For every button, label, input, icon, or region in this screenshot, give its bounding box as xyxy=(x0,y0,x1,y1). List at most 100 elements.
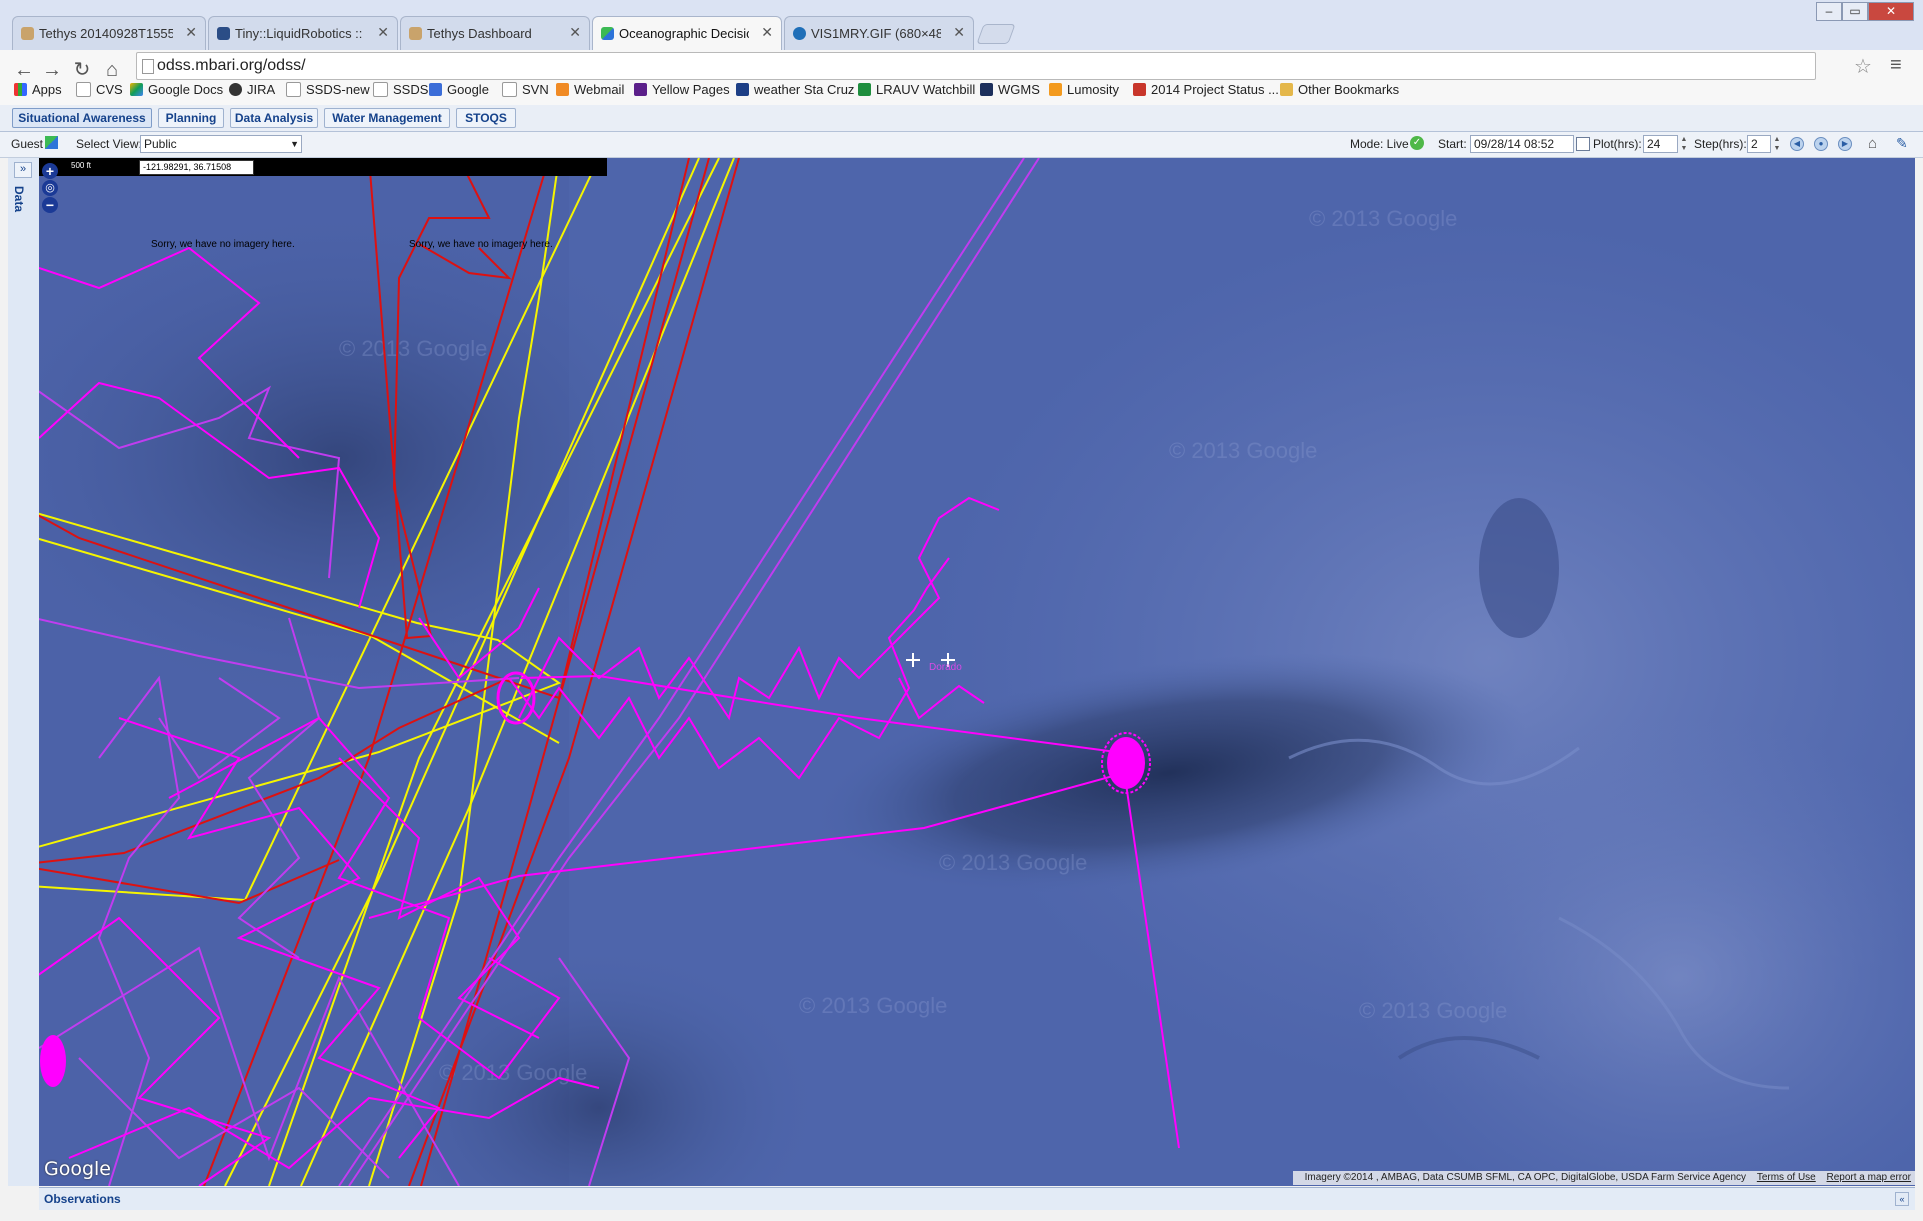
map-attribution: Imagery ©2014 , AMBAG, Data CSUMB SFML, … xyxy=(1292,1171,1915,1185)
tethys-icon xyxy=(409,27,422,40)
bookmark-weather[interactable]: weather Sta Cruz xyxy=(736,82,854,97)
minimize-icon[interactable]: – xyxy=(1816,2,1842,21)
plot-hours-label: Plot(hrs): xyxy=(1593,137,1642,151)
zoom-in-icon[interactable]: + xyxy=(42,163,58,179)
bookmark-label: SSDS xyxy=(393,82,429,97)
browser-tab[interactable]: VIS1MRY.GIF (680×480) ✕ xyxy=(784,16,974,50)
reload-icon[interactable]: ↻ xyxy=(70,58,94,82)
home-icon[interactable]: ⌂ xyxy=(100,58,124,82)
tab-water-management[interactable]: Water Management xyxy=(324,108,450,128)
tab-planning[interactable]: Planning xyxy=(158,108,224,128)
bookmark-google[interactable]: Google xyxy=(429,82,489,97)
back-icon[interactable]: ← xyxy=(12,58,36,82)
bookmark-other[interactable]: Other Bookmarks xyxy=(1280,82,1399,97)
bookmark-webmail[interactable]: Webmail xyxy=(556,82,624,97)
url-text: odss.mbari.org/odss/ xyxy=(157,57,306,74)
step-hours-label: Step(hrs): xyxy=(1694,137,1747,151)
select-view-dropdown[interactable]: Public ▼ xyxy=(140,135,302,153)
jira-icon xyxy=(229,83,242,96)
browser-tabstrip: Tethys 20140928T155542 ✕ Tiny::LiquidRob… xyxy=(0,0,1923,51)
bookmark-label: Webmail xyxy=(574,82,625,97)
tab-label: VIS1MRY.GIF (680×480) xyxy=(811,26,941,41)
step-hours-input[interactable]: 2 xyxy=(1747,135,1771,153)
plot-hours-stepper[interactable]: ▲ ▼ xyxy=(1678,135,1690,153)
bookmark-label: SSDS-new xyxy=(306,82,370,97)
no-imagery-message: Sorry, we have no imagery here. xyxy=(409,239,553,250)
tab-situational-awareness[interactable]: Situational Awareness xyxy=(12,108,152,128)
address-bar[interactable]: odss.mbari.org/odss/ xyxy=(136,52,1816,80)
bookmark-label: SVN xyxy=(522,82,549,97)
watermark-text: © 2013 Google xyxy=(1169,438,1317,463)
data-side-panel[interactable]: » Data xyxy=(8,158,40,1186)
chevron-down-icon: ▼ xyxy=(290,139,299,149)
pin-icon[interactable]: ✎ xyxy=(1896,135,1908,152)
watermark-text: © 2013 Google xyxy=(339,336,487,361)
tab-stoqs[interactable]: STOQS xyxy=(456,108,516,128)
bookmark-project-status[interactable]: 2014 Project Status ... xyxy=(1133,82,1279,97)
new-tab-button[interactable] xyxy=(976,24,1016,44)
browser-tab[interactable]: Tethys 20140928T155542 ✕ xyxy=(12,16,206,50)
bookmark-label: CVS xyxy=(96,82,123,97)
bookmark-jira[interactable]: JIRA xyxy=(229,82,275,97)
step-back-icon[interactable]: ◀ xyxy=(1790,137,1804,151)
plot-hours-input[interactable]: 24 xyxy=(1643,135,1678,153)
browser-tab[interactable]: Tiny::LiquidRobotics :: MB ✕ xyxy=(208,16,398,50)
forward-icon[interactable]: → xyxy=(40,58,64,82)
report-map-error-link[interactable]: Report a map error xyxy=(1827,1172,1911,1183)
bookmark-label: JIRA xyxy=(247,82,276,97)
vehicle-position-marker[interactable] xyxy=(1107,737,1145,789)
star-icon[interactable]: ☆ xyxy=(1854,54,1872,79)
calendar-icon[interactable] xyxy=(1576,137,1590,151)
bookmark-label: Apps xyxy=(32,82,62,97)
zoom-out-icon[interactable]: − xyxy=(42,197,58,213)
select-view-value: Public xyxy=(144,137,177,151)
watermark-text: © 2013 Google xyxy=(1309,206,1457,231)
bookmark-cvs[interactable]: CVS xyxy=(76,82,123,97)
observations-panel[interactable]: Observations « xyxy=(39,1187,1915,1210)
yahoo-icon xyxy=(634,83,647,96)
maximize-icon[interactable]: ▭ xyxy=(1842,2,1868,21)
bookmark-yellow-pages[interactable]: Yellow Pages xyxy=(634,82,730,97)
bookmark-google-docs[interactable]: Google Docs xyxy=(130,82,223,97)
step-forward-icon[interactable]: ▶ xyxy=(1838,137,1852,151)
bookmark-wgms[interactable]: WGMS xyxy=(980,82,1040,97)
browser-tab-active[interactable]: Oceanographic Decision S ✕ xyxy=(592,16,782,50)
close-tab-icon[interactable]: ✕ xyxy=(761,24,773,41)
close-tab-icon[interactable]: ✕ xyxy=(377,24,389,41)
bookmark-label: WGMS xyxy=(998,82,1040,97)
expand-panel-icon[interactable]: « xyxy=(1895,1192,1909,1206)
map-view[interactable]: © 2013 Google © 2013 Google © 2013 Googl… xyxy=(39,158,1915,1186)
bookmark-lumosity[interactable]: Lumosity xyxy=(1049,82,1119,97)
close-window-icon[interactable]: ✕ xyxy=(1868,2,1914,21)
close-tab-icon[interactable]: ✕ xyxy=(569,24,581,41)
user-settings-icon[interactable] xyxy=(45,136,58,149)
map-canvas[interactable]: © 2013 Google © 2013 Google © 2013 Googl… xyxy=(39,158,1915,1186)
select-view-label: Select View: xyxy=(76,137,142,151)
tab-data-analysis[interactable]: Data Analysis xyxy=(230,108,318,128)
bookmark-ssds-new[interactable]: SSDS-new xyxy=(286,82,370,97)
bookmark-lrauv-watchbill[interactable]: LRAUV Watchbill xyxy=(858,82,975,97)
bookmark-label: Other Bookmarks xyxy=(1298,82,1400,97)
bookmark-ssds[interactable]: SSDS xyxy=(373,82,428,97)
vehicle-label: Dorado xyxy=(929,662,962,673)
vehicle-position-marker[interactable] xyxy=(40,1035,66,1087)
terms-of-use-link[interactable]: Terms of Use xyxy=(1757,1172,1816,1183)
webmail-icon xyxy=(556,83,569,96)
bookmark-apps[interactable]: Apps xyxy=(14,82,62,97)
watermark-text: © 2013 Google xyxy=(1359,998,1507,1023)
close-tab-icon[interactable]: ✕ xyxy=(953,24,965,41)
menu-icon[interactable]: ≡ xyxy=(1890,54,1902,77)
browser-tab[interactable]: Tethys Dashboard ✕ xyxy=(400,16,590,50)
noaa-icon xyxy=(793,27,806,40)
control-bar: Guest Select View: Public ▼ Mode: Live ✓… xyxy=(0,132,1923,158)
step-hours-stepper[interactable]: ▲ ▼ xyxy=(1771,135,1783,153)
start-datetime-input[interactable]: 09/28/14 08:52 xyxy=(1470,135,1574,153)
close-tab-icon[interactable]: ✕ xyxy=(185,24,197,41)
home-view-icon[interactable]: ⌂ xyxy=(1868,135,1877,152)
play-icon[interactable]: ● xyxy=(1814,137,1828,151)
start-label: Start: xyxy=(1438,137,1467,151)
globe-icon[interactable]: ◎ xyxy=(42,180,58,196)
bookmark-svn[interactable]: SVN xyxy=(502,82,549,97)
expand-panel-icon[interactable]: » xyxy=(14,162,32,178)
tab-label: Tethys 20140928T155542 xyxy=(39,26,173,41)
